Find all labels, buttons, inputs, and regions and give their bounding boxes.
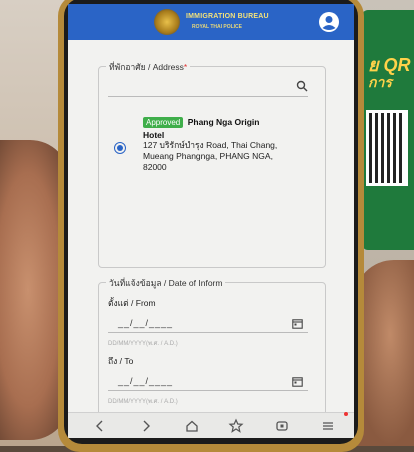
to-calendar-icon[interactable]: [292, 376, 303, 387]
back-icon[interactable]: [92, 418, 108, 434]
address-line3: 82000: [143, 162, 167, 172]
police-emblem-icon: [154, 9, 180, 35]
browser-nav-bar: [68, 412, 354, 438]
qr-sign-text2: การ: [368, 74, 392, 90]
phone-body: IMMIGRATION BUREAU ROYAL THAI POLICE ที่…: [58, 0, 364, 452]
to-underline: [108, 390, 308, 391]
bookmark-star-icon[interactable]: [228, 418, 244, 434]
home-icon[interactable]: [184, 418, 200, 434]
address-radio-selected[interactable]: [114, 142, 126, 154]
status-badge: Approved: [143, 117, 184, 128]
brand-subtitle: ROYAL THAI POLICE: [192, 24, 243, 30]
address-search-input[interactable]: [108, 76, 308, 96]
forward-icon[interactable]: [138, 418, 154, 434]
from-date-input[interactable]: __/__/____: [118, 318, 173, 328]
menu-icon[interactable]: [320, 418, 336, 434]
address-line2: Mueang Phangnga, PHANG NGA,: [143, 151, 273, 161]
required-mark: *: [183, 62, 188, 72]
brand-title: IMMIGRATION BUREAU: [186, 13, 269, 20]
date-legend: วันที่แจ้งข้อมูล / Date of Inform: [106, 276, 226, 290]
from-calendar-icon[interactable]: [292, 318, 303, 329]
profile-icon[interactable]: [318, 11, 340, 33]
qr-code: [366, 110, 408, 186]
from-date-hint: DD/MM/YYYY(พ.ศ. / A.D.): [108, 341, 178, 347]
phone-screen: IMMIGRATION BUREAU ROYAL THAI POLICE ที่…: [68, 4, 354, 438]
notification-dot: [344, 412, 348, 416]
app-header: IMMIGRATION BUREAU ROYAL THAI POLICE: [68, 4, 354, 40]
from-label: ตั้งแต่ / From: [108, 298, 156, 308]
address-option[interactable]: Approved Phang Nga Origin Hotel 127 บริร…: [143, 112, 323, 192]
phone-bezel: IMMIGRATION BUREAU ROYAL THAI POLICE ที่…: [64, 0, 358, 444]
hotel-name-line1: Phang Nga Origin: [187, 117, 260, 127]
to-date-hint: DD/MM/YYYY(พ.ศ. / A.D.): [108, 399, 178, 405]
address-search-underline: [108, 96, 308, 97]
to-label: ถึง / To: [108, 356, 134, 366]
from-underline: [108, 332, 308, 333]
to-date-input[interactable]: __/__/____: [118, 376, 173, 386]
hotel-name-line2: Hotel: [143, 130, 165, 140]
address-legend-text: ที่พักอาศัย / Address: [109, 62, 184, 72]
search-icon[interactable]: [296, 80, 308, 92]
address-line1: 127 บริรักษ์บำรุง Road, Thai Chang,: [143, 140, 278, 150]
tabs-icon[interactable]: [274, 418, 290, 434]
address-legend: ที่พักอาศัย / Address*: [106, 60, 191, 74]
